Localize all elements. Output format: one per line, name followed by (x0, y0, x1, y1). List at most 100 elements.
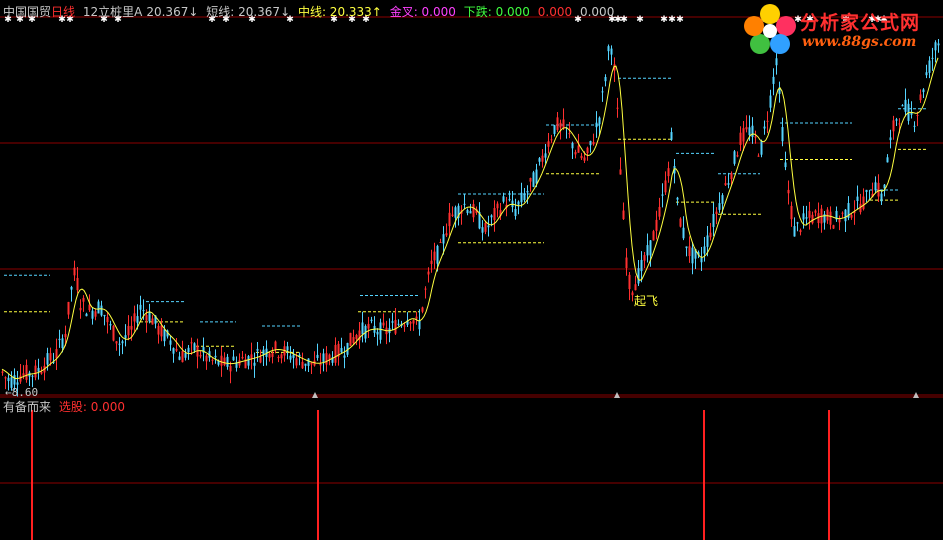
candle-body (112, 325, 115, 341)
candle-body (184, 353, 187, 358)
candle-body (70, 286, 73, 290)
sub-panel-name: 有备而来 (3, 400, 52, 414)
mid-line-value: 中线: 20.333↑ (297, 5, 382, 19)
candle-body (607, 46, 610, 52)
candle-body (100, 305, 103, 316)
period-label: 日线 (51, 5, 76, 19)
candle-body (256, 348, 259, 351)
candle-body (562, 119, 565, 129)
candle-body (769, 95, 772, 108)
candle-body (259, 357, 262, 363)
candle-body (355, 335, 358, 340)
candle-body (433, 251, 436, 261)
candle-body (22, 373, 25, 376)
candle-body (706, 235, 709, 247)
candle-body (802, 213, 805, 220)
candle-body (118, 343, 121, 345)
candle-body (58, 338, 61, 341)
candle-body (904, 99, 907, 112)
candle-body (610, 48, 613, 55)
candle-body (604, 77, 607, 82)
candle-body (730, 173, 733, 180)
candle-body (349, 332, 352, 346)
candle-body (334, 344, 337, 363)
candle-body (481, 227, 484, 233)
candle-body (646, 245, 649, 256)
candle-body (307, 358, 310, 366)
candle-body (247, 356, 250, 366)
candle-body (415, 316, 418, 319)
candle-body (589, 140, 592, 146)
candle-body (46, 353, 49, 365)
candle-body (661, 194, 664, 196)
candle-body (472, 204, 475, 218)
candle-body (4, 377, 7, 379)
value-y: 0.000 (579, 5, 615, 19)
candle-body (781, 127, 784, 142)
candle-body (775, 58, 778, 66)
candle-body (271, 353, 274, 357)
candle-body (889, 137, 892, 141)
candle-body (454, 207, 457, 218)
candle-body (463, 203, 466, 205)
candle-body (784, 162, 787, 168)
candle-body (223, 357, 226, 366)
candle-body (94, 311, 97, 317)
candle-body (49, 353, 52, 361)
candle-body (16, 382, 19, 385)
candle-body (724, 183, 727, 186)
candle-body (733, 151, 736, 164)
candle-body (772, 76, 775, 84)
candle-body (178, 356, 181, 360)
candle-body (679, 218, 682, 227)
candle-body (139, 304, 142, 310)
candle-body (160, 325, 163, 337)
candle-body (553, 125, 556, 134)
short-line-value: 短线: 20.367↓ (206, 5, 291, 19)
candle-body (901, 105, 904, 107)
golden-cross-value: 金叉: 0.000 (389, 5, 456, 19)
candle-body (163, 329, 166, 342)
candle-body (898, 123, 901, 125)
candle-body (268, 353, 271, 358)
candle-body (172, 348, 175, 354)
value-x: 0.000 (537, 5, 573, 19)
candle-body (796, 222, 799, 224)
candle-body (676, 197, 679, 200)
candle-body (649, 240, 652, 256)
candle-body (301, 361, 304, 369)
candle-body (742, 128, 745, 142)
candle-body (421, 307, 424, 312)
candle-body (577, 145, 580, 153)
candle-body (325, 353, 328, 365)
candle-body (844, 209, 847, 222)
candle-body (436, 245, 439, 264)
candle-body (145, 314, 148, 321)
candle-body (856, 196, 859, 202)
candle-body (175, 348, 178, 351)
candle-body (757, 155, 760, 157)
candle-body (712, 213, 715, 227)
candle-body (688, 246, 691, 257)
candle-body (241, 356, 244, 359)
fall-value: 下跌: 0.000 (463, 5, 530, 19)
candle-body (157, 325, 160, 335)
candle-body (925, 72, 928, 76)
candle-body (136, 316, 139, 323)
candle-body (583, 157, 586, 161)
candle-body (130, 325, 133, 330)
price-chart: ✱✱✱✱✱✱✱✱✱✱✱✱✱✱✱✱✱✱✱✱✱✱✱✱✱✱✱✱✱✱ (0, 15, 943, 540)
candle-body (529, 177, 532, 182)
star-marker: ✱ (668, 15, 676, 25)
candle-body (616, 107, 619, 109)
candle-body (91, 310, 94, 319)
value-a: 20.367↓ (146, 5, 199, 19)
watermark: 分析家公式网 www.88gs.com (742, 2, 942, 58)
candle-body (862, 196, 865, 210)
candle-body (205, 355, 208, 362)
candle-body (892, 120, 895, 132)
candle-body (580, 155, 583, 159)
candle-body (592, 142, 595, 145)
candle-body (922, 89, 925, 93)
candle-body (424, 288, 427, 290)
